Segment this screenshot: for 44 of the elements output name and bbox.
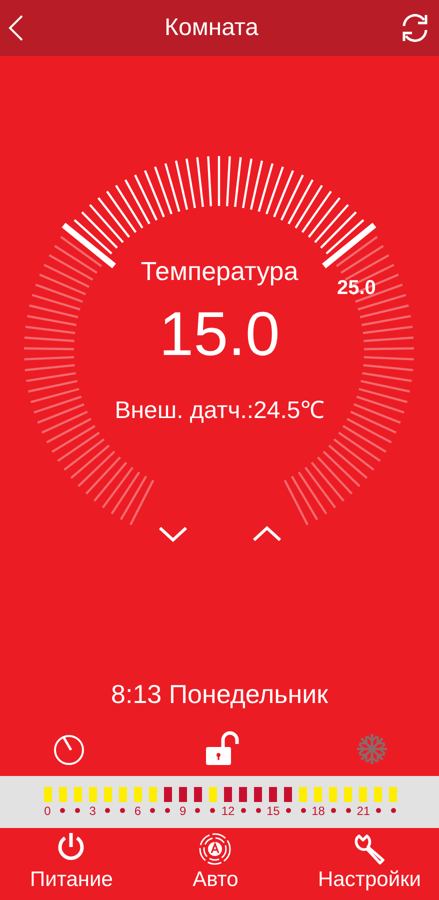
wrench-icon (352, 832, 386, 866)
date-time: 8:13 Понедельник (110, 679, 329, 710)
hour-dot (346, 808, 351, 813)
hour-label: 18 (312, 805, 325, 817)
hour-dot (210, 808, 216, 813)
hour-dot (256, 808, 261, 813)
nav-auto-button[interactable]: Авто (192, 832, 238, 900)
decrease-button[interactable] (158, 525, 188, 543)
hour-dot (150, 808, 156, 813)
hour-label: 0 (44, 805, 51, 817)
stopwatch-icon[interactable] (52, 732, 86, 766)
limit-marker (322, 222, 376, 268)
hour-label: 15 (266, 805, 280, 817)
hour-dot (120, 808, 126, 813)
increase-button[interactable] (252, 525, 282, 543)
nav-settings-button[interactable]: Настройки (318, 832, 421, 900)
hour-label: 6 (134, 805, 142, 817)
sensor-reading: Внеш. датч.:24.5℃ (114, 396, 324, 425)
hour-dot (105, 808, 110, 813)
hour-label: 9 (180, 805, 186, 817)
hour-dot (195, 808, 200, 813)
back-button[interactable] (8, 14, 24, 42)
hour-dot (300, 808, 306, 813)
limit-value: 25.0 (337, 277, 376, 300)
temperature-value: 15.0 (159, 299, 280, 370)
setpoint-marker (62, 222, 116, 268)
hour-dot (60, 808, 66, 813)
hour-label: 12 (221, 805, 235, 817)
back-icon (8, 14, 24, 42)
hour-dot (75, 808, 80, 813)
hour-label: 21 (356, 805, 370, 817)
chevron-up-icon (252, 525, 282, 543)
nav-power-button[interactable]: Питание (30, 832, 113, 900)
hour-dot (286, 808, 291, 813)
hour-label: 3 (89, 805, 96, 817)
hour-dot (330, 808, 336, 813)
auto-mode-icon (198, 832, 232, 866)
hour-dot (240, 808, 246, 813)
temperature-label: Температура (140, 256, 298, 287)
chevron-down-icon (158, 525, 188, 543)
hour-dot (165, 808, 170, 813)
screen-title: Комната (164, 14, 258, 42)
hour-dot (390, 808, 396, 813)
hour-dot (376, 808, 381, 813)
